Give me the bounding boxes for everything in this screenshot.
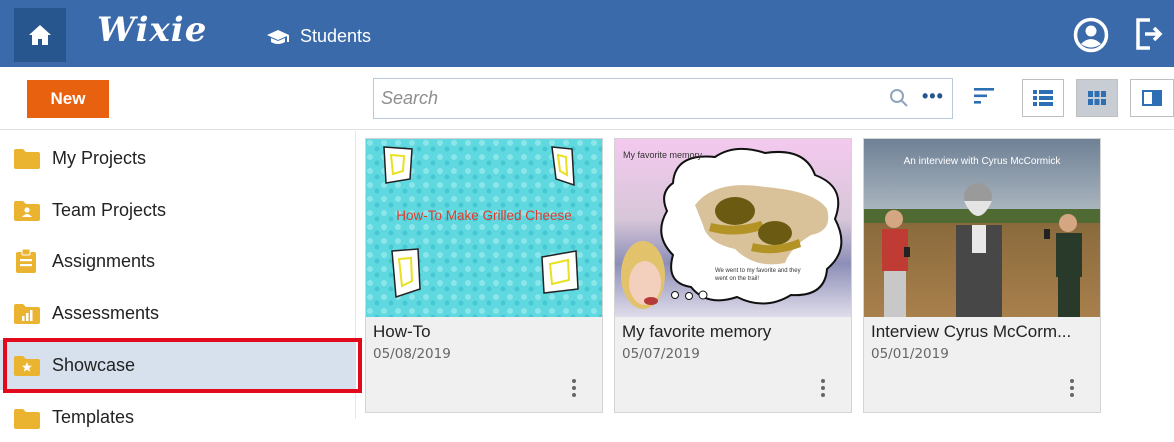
students-label: Students <box>300 26 372 46</box>
sidebar-item-assignments[interactable]: Assignments <box>0 236 356 286</box>
sidebar-item-label: Assignments <box>52 250 156 271</box>
toolbar: New ••• <box>0 67 1174 130</box>
sidebar-item-showcase[interactable]: Showcase <box>0 340 356 390</box>
list-view-button[interactable] <box>1022 79 1064 117</box>
home-icon <box>29 25 51 45</box>
sidebar-item-assessments[interactable]: Assessments <box>0 288 356 338</box>
user-profile-icon[interactable] <box>1073 17 1109 58</box>
team-folder-icon <box>14 201 40 221</box>
wixie-logo[interactable]: Wixie <box>97 10 207 50</box>
search-box: ••• <box>373 78 953 119</box>
showcase-icon <box>14 356 40 376</box>
assessment-icon <box>14 304 40 324</box>
project-date: 05/07/2019 <box>622 346 700 362</box>
search-input[interactable] <box>374 79 874 118</box>
search-icon[interactable] <box>889 88 909 108</box>
graduation-cap-icon <box>267 29 289 44</box>
thumbnail-caption: We went to my favorite and they went on … <box>715 268 801 282</box>
detail-view-icon <box>1142 90 1162 106</box>
project-title: My favorite memory <box>622 322 772 341</box>
more-vertical-icon[interactable] <box>571 378 577 398</box>
project-card[interactable]: An interview with Cyrus McCormick Interv… <box>863 138 1101 413</box>
app-header: Wixie Students <box>0 0 1174 67</box>
project-date: 05/01/2019 <box>871 346 949 362</box>
logout-icon[interactable] <box>1134 17 1164 56</box>
students-link[interactable]: Students <box>266 26 371 47</box>
sidebar-item-label: Templates <box>52 407 135 427</box>
project-date: 05/08/2019 <box>373 346 451 362</box>
project-thumbnail: My favorite memory We went to my favorit… <box>615 139 851 317</box>
project-thumbnail: How-To Make Grilled Cheese <box>366 139 602 317</box>
sidebar-item-templates[interactable]: Templates <box>0 392 356 442</box>
grid-view-button[interactable] <box>1076 79 1118 117</box>
project-card[interactable]: How-To Make Grilled Cheese How-To 05/08/… <box>365 138 603 413</box>
detail-view-button[interactable] <box>1130 79 1174 117</box>
sidebar: My Projects Team Projects Assignments As… <box>0 131 356 429</box>
memory-illustration <box>615 139 851 317</box>
folder-icon <box>14 409 40 429</box>
sidebar-item-team-projects[interactable]: Team Projects <box>0 185 356 235</box>
project-title: Interview Cyrus McCorm... <box>871 322 1072 341</box>
new-button[interactable]: New <box>27 80 109 118</box>
sidebar-item-label: My Projects <box>52 147 147 168</box>
sidebar-item-label: Assessments <box>52 302 160 323</box>
project-thumbnail: An interview with Cyrus McCormick <box>864 139 1100 317</box>
more-options-icon[interactable]: ••• <box>922 86 944 107</box>
home-button[interactable] <box>14 8 66 62</box>
thumbnail-title: My favorite memory <box>623 150 703 160</box>
thumbnail-title: How-To Make Grilled Cheese <box>396 208 572 223</box>
project-card[interactable]: My favorite memory We went to my favorit… <box>614 138 852 413</box>
folder-icon <box>14 149 40 169</box>
sidebar-item-my-projects[interactable]: My Projects <box>0 133 356 183</box>
grilled-cheese-illustration <box>366 139 602 317</box>
sort-icon[interactable] <box>974 87 996 105</box>
more-vertical-icon[interactable] <box>820 378 826 398</box>
sidebar-item-label: Showcase <box>52 354 136 375</box>
list-view-icon <box>1033 90 1053 106</box>
sidebar-item-label: Team Projects <box>52 199 167 220</box>
clipboard-icon <box>16 249 36 273</box>
thumbnail-title: An interview with Cyrus McCormick <box>903 156 1061 167</box>
project-title: How-To <box>373 322 431 341</box>
grid-view-icon <box>1088 91 1106 105</box>
more-vertical-icon[interactable] <box>1069 378 1075 398</box>
